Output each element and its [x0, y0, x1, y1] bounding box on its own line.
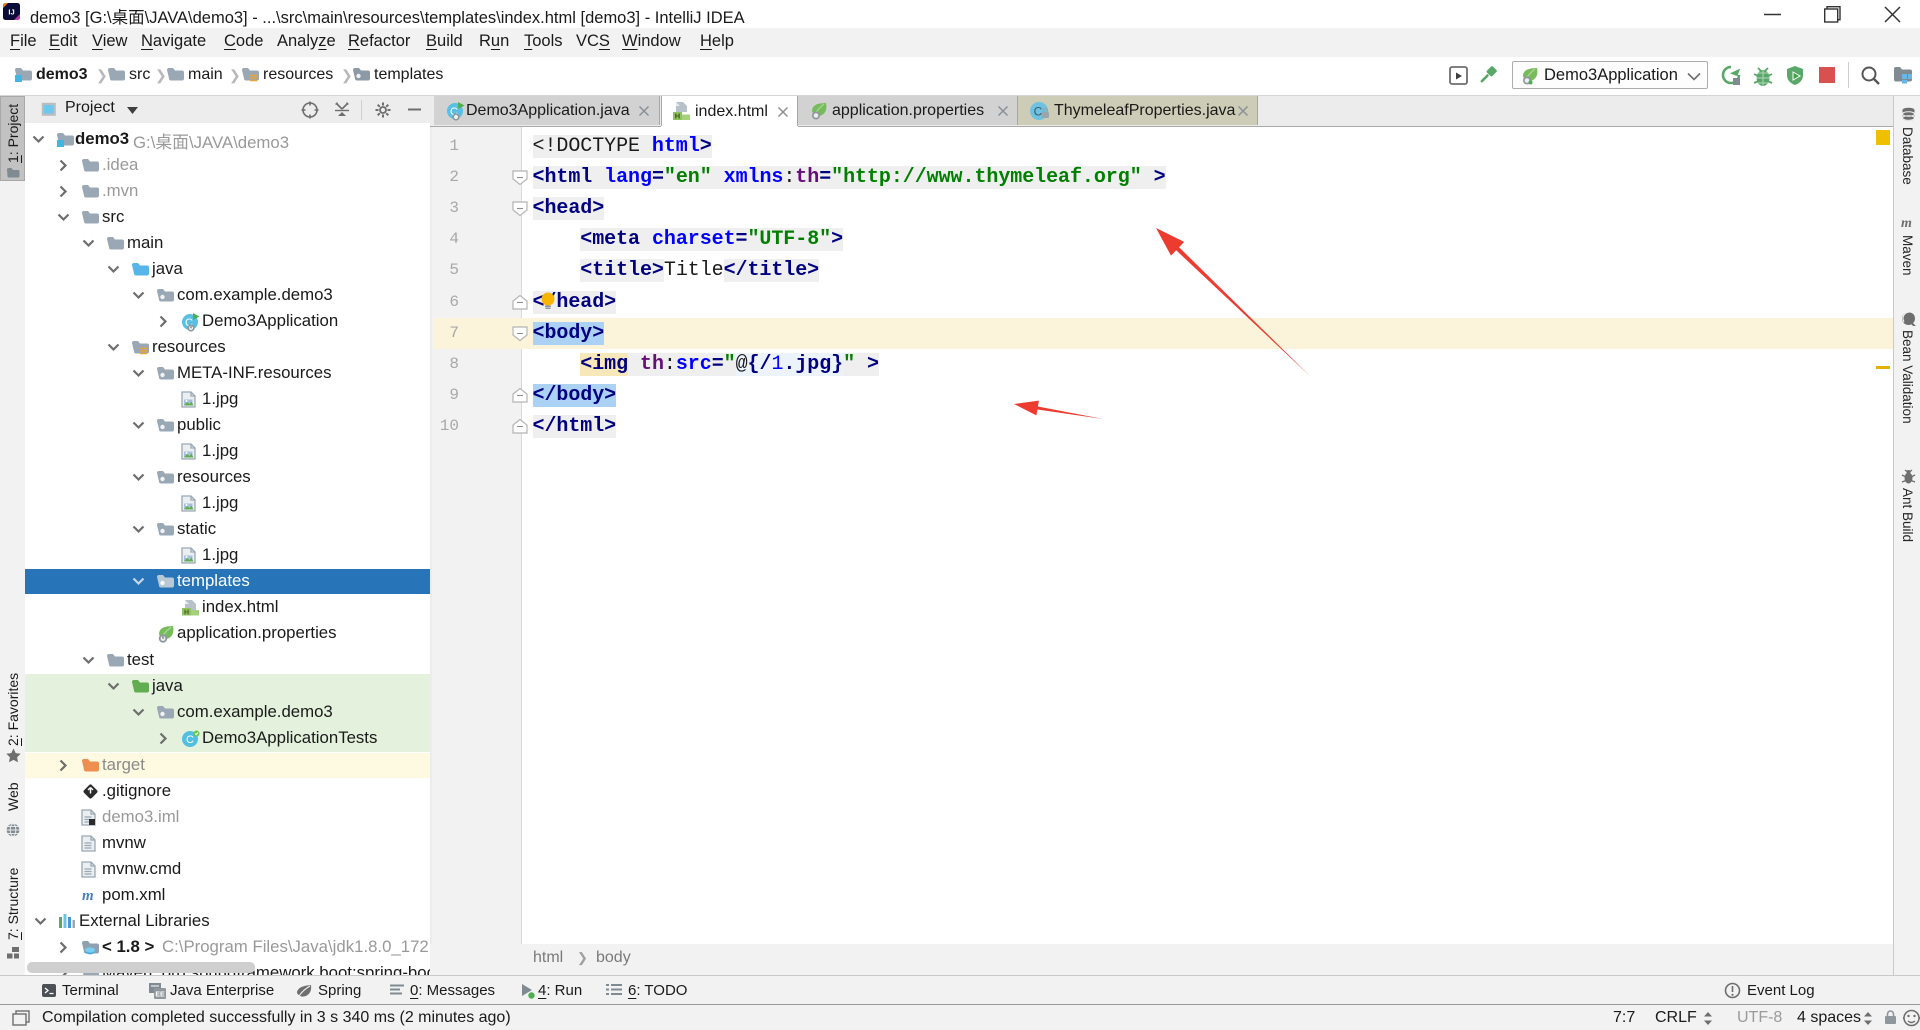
svg-text:H: H [675, 112, 680, 121]
svg-text:m: m [1901, 216, 1912, 229]
svg-text:C: C [186, 734, 194, 746]
svg-text:m: m [82, 888, 94, 903]
svg-text:H: H [184, 610, 189, 617]
svg-text:C: C [1034, 105, 1043, 119]
svg-text:IJ: IJ [8, 8, 14, 17]
svg-text:EE: EE [155, 992, 165, 999]
